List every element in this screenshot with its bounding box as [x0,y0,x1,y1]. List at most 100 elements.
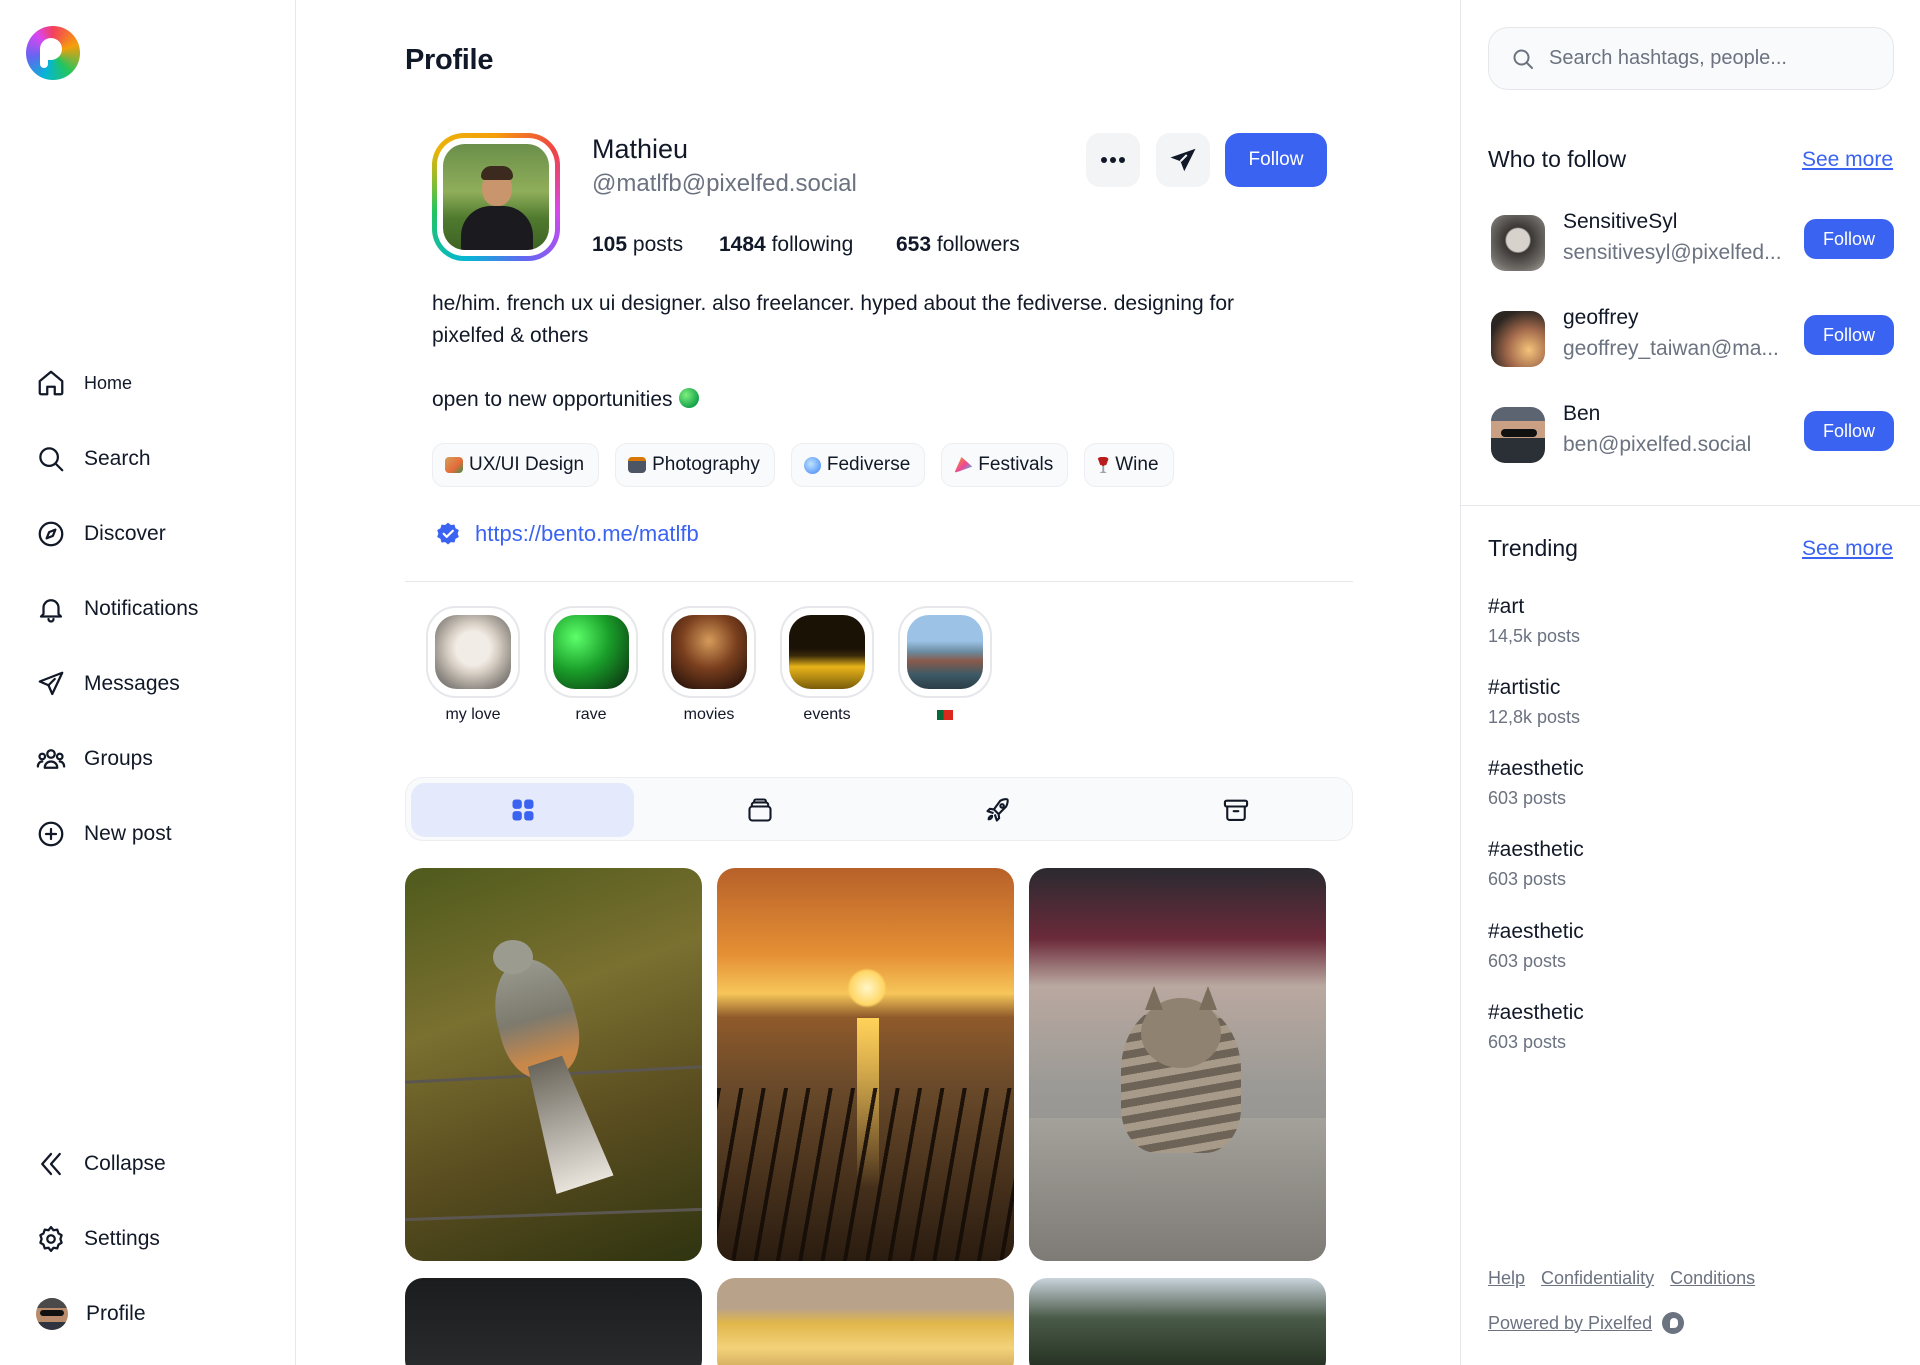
hashtag-count: 603 posts [1488,1032,1567,1052]
nav-search[interactable]: Search [36,444,151,474]
stat-followers[interactable]: 653 followers [896,233,1020,257]
nav-notifications-label: Notifications [84,597,199,620]
stat-posts[interactable]: 105 posts [592,233,683,257]
trending-hashtag[interactable]: #aesthetic 603 posts [1488,1001,1584,1053]
trending-hashtag[interactable]: #artistic 12,8k posts [1488,676,1580,728]
suggested-account[interactable]: SensitiveSyl sensitivesyl@pixelfed... Fo… [1488,210,1894,276]
tag-label: Fediverse [826,454,911,475]
suggested-account[interactable]: Ben ben@pixelfed.social Follow [1488,402,1894,468]
nav-discover[interactable]: Discover [36,519,166,549]
nav-new-post[interactable]: New post [36,819,172,849]
suggested-account[interactable]: geoffrey geoffrey_taiwan@ma... Follow [1488,306,1894,372]
stat-posts-count: 105 [592,233,628,256]
tag-festivals[interactable]: Festivals [941,443,1069,487]
nav-settings-label: Settings [84,1227,160,1250]
profile-avatar[interactable] [432,133,560,261]
groups-icon [36,749,66,769]
nav-groups[interactable]: Groups [36,744,153,774]
profile-bio: he/him. french ux ui designer. also free… [432,288,1332,416]
nav-home[interactable]: Home [36,368,132,398]
trending-title: Trending [1488,535,1578,561]
trending-see-more[interactable]: See more [1802,537,1893,561]
stat-following-label: following [771,233,854,256]
highlight-label: events [803,706,851,723]
trending-hashtag[interactable]: #aesthetic 603 posts [1488,920,1584,972]
post-thumbnail[interactable] [717,1278,1014,1365]
search-input[interactable]: Search hashtags, people... [1488,27,1894,90]
nav-collapse[interactable]: Collapse [36,1149,166,1179]
profile-website-link[interactable]: https://bento.me/matlfb [435,521,699,547]
account-handle: geoffrey_taiwan@ma... [1563,337,1779,360]
trending-hashtag[interactable]: #art 14,5k posts [1488,595,1580,647]
powered-by-link[interactable]: Powered by Pixelfed [1488,1312,1685,1334]
account-name: SensitiveSyl [1563,210,1678,233]
trending-hashtag[interactable]: #aesthetic 603 posts [1488,838,1584,890]
highlight-thumbnail [671,615,747,689]
portugal-flag-emoji [937,709,953,720]
bio-line: he/him. french ux ui designer. also free… [432,292,1234,315]
nav-notifications[interactable]: Notifications [36,594,198,624]
green-circle-emoji [678,388,699,408]
compass-icon [38,521,64,547]
more-options-button[interactable] [1086,133,1140,187]
send-message-button[interactable] [1156,133,1210,187]
tab-grid[interactable] [411,783,634,837]
footer-confidentiality-link[interactable]: Confidentiality [1541,1268,1654,1289]
post-thumbnail-bird[interactable] [405,868,702,1261]
post-thumbnail-cat[interactable] [1029,868,1326,1261]
globe-emoji [803,456,821,474]
double-chevron-left-icon [41,1152,61,1176]
account-handle: ben@pixelfed.social [1563,433,1752,456]
tag-fediverse[interactable]: Fediverse [790,443,926,487]
account-avatar [1491,311,1545,367]
footer-conditions-link[interactable]: Conditions [1670,1268,1755,1289]
tab-collections[interactable] [648,783,871,837]
tag-label: Photography [652,454,760,475]
highlight-thumbnail [789,615,865,689]
pixelfed-logo[interactable] [26,26,80,80]
account-handle: sensitivesyl@pixelfed... [1563,241,1782,264]
follow-button[interactable]: Follow [1804,219,1894,259]
hashtag-count: 603 posts [1488,869,1567,889]
tag-wine[interactable]: Wine [1084,443,1174,487]
nav-profile[interactable]: Profile [36,1298,146,1330]
archive-icon [1223,799,1248,821]
hashtag-name: #art [1488,595,1525,618]
user-avatar [36,1298,68,1330]
verified-badge-icon [437,522,459,545]
tag-photography[interactable]: Photography [615,443,775,487]
stat-followers-count: 653 [896,233,932,256]
account-avatar [1491,407,1545,463]
highlight-my-love[interactable]: my love [426,606,520,724]
wine-glass-emoji [1097,457,1110,473]
post-thumbnail[interactable] [405,1278,702,1365]
footer-help-link[interactable]: Help [1488,1268,1525,1289]
stat-following[interactable]: 1484 following [719,233,853,257]
tab-boosts[interactable] [886,783,1109,837]
highlight-label: movies [683,706,735,723]
tab-archive[interactable] [1124,783,1347,837]
follow-button[interactable]: Follow [1804,411,1894,451]
nav-messages[interactable]: Messages [36,669,180,699]
bio-line: open to new opportunities [432,388,673,411]
post-thumbnail-sunset[interactable] [717,868,1014,1261]
who-to-follow-see-more[interactable]: See more [1802,148,1893,172]
tag-label: Festivals [978,454,1054,475]
send-icon [1170,148,1196,172]
nav-settings[interactable]: Settings [36,1224,160,1254]
highlight-movies[interactable]: movies [662,606,756,724]
highlight-rave[interactable]: rave [544,606,638,724]
search-icon [1513,49,1533,69]
section-divider [405,581,1353,582]
post-thumbnail[interactable] [1029,1278,1326,1365]
follow-button[interactable]: Follow [1225,133,1327,187]
hashtag-count: 12,8k posts [1488,707,1581,727]
tag-ux-ui-design[interactable]: UX/UI Design [432,443,600,487]
trending-hashtag[interactable]: #aesthetic 603 posts [1488,757,1584,809]
highlight-events[interactable]: events [780,606,874,724]
party-popper-emoji [954,457,973,473]
nav-discover-label: Discover [84,522,166,545]
highlight-portugal[interactable] [898,606,992,724]
right-sidebar: Search hashtags, people... Who to follow… [1460,0,1920,1365]
follow-button[interactable]: Follow [1804,315,1894,355]
